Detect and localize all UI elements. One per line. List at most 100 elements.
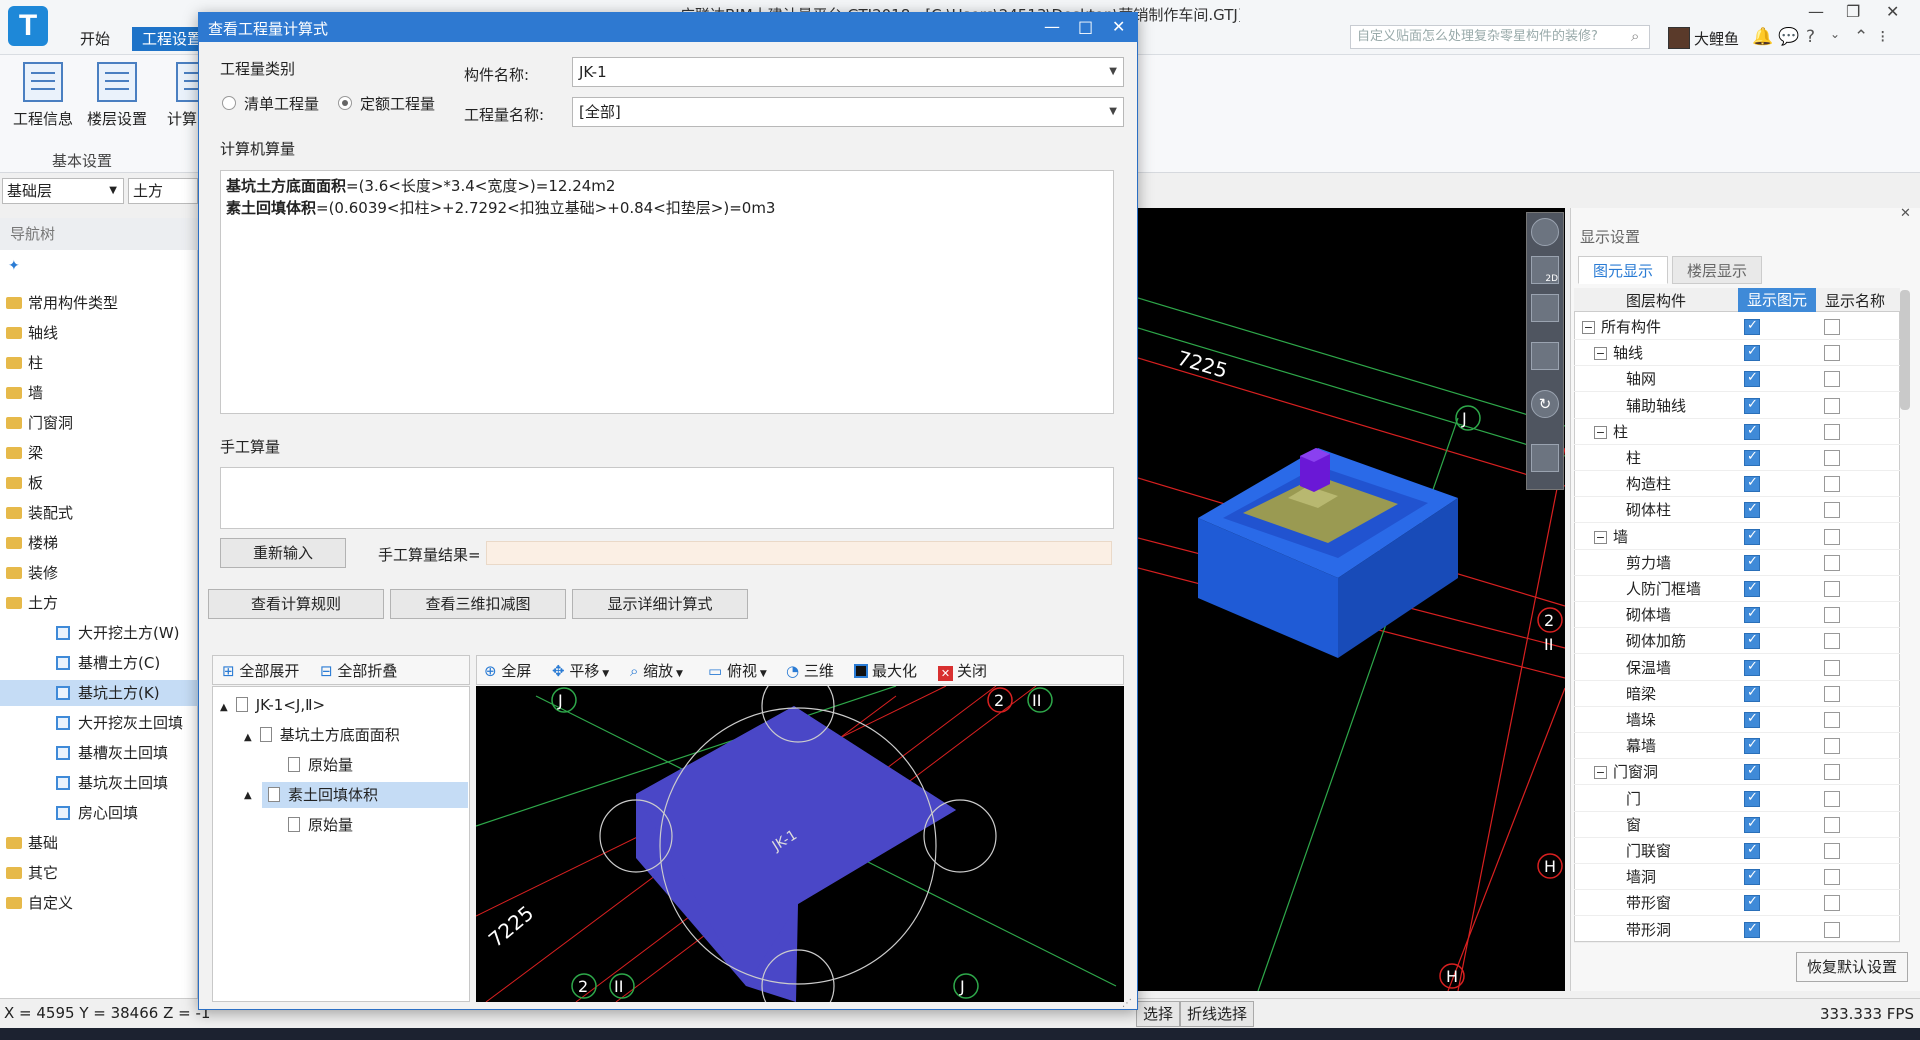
show-element-checkbox[interactable] <box>1744 606 1760 624</box>
nav-item-foundation[interactable]: 基础 <box>0 830 198 856</box>
nav-item-other[interactable]: 其它 <box>0 860 198 886</box>
collapse-all-button[interactable]: ⊟ 全部折叠 <box>320 660 397 681</box>
view-3d-deduct-button[interactable]: 查看三维扣减图 <box>390 589 566 619</box>
show-element-checkbox[interactable] <box>1744 685 1760 702</box>
show-name-checkbox[interactable] <box>1824 371 1840 388</box>
nav-item-common[interactable]: 常用构件类型 <box>0 290 198 316</box>
nav-item-axis[interactable]: 轴线 <box>0 320 198 346</box>
nav-item-stairs[interactable]: 楼梯 <box>0 530 198 556</box>
show-name-checkbox[interactable] <box>1824 476 1840 493</box>
show-name-checkbox[interactable] <box>1824 319 1840 335</box>
collapse-toggle-icon[interactable]: − <box>1594 425 1607 439</box>
component-name-select[interactable]: JK-1 ▼ <box>572 57 1124 87</box>
message-icon[interactable]: 💬 <box>1778 27 1799 47</box>
restore-window-icon[interactable]: ❐ <box>1846 2 1860 21</box>
show-detail-formula-button[interactable]: 显示详细计算式 <box>572 589 748 619</box>
tree-node-backfill-volume[interactable]: 素土回填体积 <box>262 782 468 808</box>
radio-quota-qty[interactable] <box>338 96 352 110</box>
show-name-checkbox[interactable] <box>1824 528 1840 545</box>
show-name-checkbox[interactable] <box>1824 633 1840 650</box>
show-element-checkbox[interactable] <box>1744 921 1760 938</box>
collapse-arrow-icon[interactable]: ▲ <box>244 790 252 801</box>
search-icon[interactable]: ⌕ <box>1631 27 1639 45</box>
show-name-checkbox[interactable] <box>1824 790 1840 807</box>
tree-node-jk1[interactable]: ▲ JK-1<J,Ⅱ> <box>214 692 468 718</box>
floor-settings-button[interactable]: 楼层设置 <box>86 62 148 129</box>
tree-node-original-1[interactable]: 原始量 <box>214 752 468 778</box>
nav-item-trench-lime-backfill[interactable]: 基槽灰土回填 <box>0 740 198 766</box>
radio-quota-qty-label[interactable]: 定额工程量 <box>360 93 435 114</box>
user-name[interactable]: 大鲤鱼 <box>1694 28 1739 49</box>
show-element-checkbox[interactable] <box>1744 659 1760 676</box>
show-name-checkbox[interactable] <box>1824 764 1840 781</box>
nav-item-trench-earthwork[interactable]: 基槽土方(C) <box>0 650 198 676</box>
3d-view-button[interactable]: ◔ 三维 <box>786 660 834 681</box>
show-element-checkbox[interactable] <box>1744 842 1760 859</box>
show-element-checkbox[interactable] <box>1744 423 1760 440</box>
box-view-icon[interactable] <box>1531 342 1559 370</box>
show-element-checkbox[interactable] <box>1744 790 1760 807</box>
scrollbar[interactable] <box>1900 290 1910 410</box>
show-name-checkbox[interactable] <box>1824 869 1840 886</box>
collapse-toggle-icon[interactable]: − <box>1594 766 1607 780</box>
view-calc-rules-button[interactable]: 查看计算规则 <box>208 589 384 619</box>
collapse-toggle-icon[interactable]: − <box>1594 530 1607 544</box>
tree-node-pit-area[interactable]: ▲ 基坑土方底面面积 <box>214 722 468 748</box>
pin-icon[interactable]: ✦ <box>8 258 20 274</box>
show-element-checkbox[interactable] <box>1744 763 1760 781</box>
show-name-checkbox[interactable] <box>1824 554 1840 571</box>
nav-item-wall[interactable]: 墙 <box>0 380 198 406</box>
floor-select[interactable]: 基础层 ▼ <box>2 178 124 204</box>
nav-item-mass-excavation[interactable]: 大开挖土方(W) <box>0 620 198 646</box>
calc-settings-button[interactable]: 计算 <box>166 62 198 129</box>
nav-item-room-backfill[interactable]: 房心回填 <box>0 800 198 826</box>
chevron-down-icon[interactable]: ⌄ <box>1830 27 1840 41</box>
cube-view-icon[interactable] <box>1531 294 1559 322</box>
help-search-input[interactable]: 自定义贴面怎么处理复杂零星构件的装修? <box>1350 25 1650 49</box>
3d-viewport[interactable]: 7225 J 2 II H H <box>1138 208 1565 991</box>
show-name-checkbox[interactable] <box>1824 921 1840 938</box>
qty-name-select[interactable]: [全部] ▼ <box>572 97 1124 127</box>
tab-element-display[interactable]: 图元显示 <box>1578 256 1669 284</box>
radio-list-qty-label[interactable]: 清单工程量 <box>244 93 319 114</box>
show-element-checkbox[interactable] <box>1744 554 1760 571</box>
collapse-toggle-icon[interactable]: − <box>1594 347 1607 361</box>
show-name-checkbox[interactable] <box>1824 450 1840 466</box>
close-plan-button[interactable]: ✕ 关闭 <box>938 660 987 681</box>
tree-node-original-2[interactable]: 原始量 <box>214 812 468 838</box>
show-name-checkbox[interactable] <box>1824 581 1840 597</box>
show-element-checkbox[interactable] <box>1744 449 1760 466</box>
show-name-checkbox[interactable] <box>1824 607 1840 624</box>
show-name-checkbox[interactable] <box>1824 895 1840 912</box>
maximize-button[interactable]: 最大化 <box>854 660 917 681</box>
pan-button[interactable]: ✥ 平移 ▼ <box>552 660 609 681</box>
nav-item-decoration[interactable]: 装修 <box>0 560 198 586</box>
orbit-icon[interactable] <box>1531 218 1559 246</box>
show-element-checkbox[interactable] <box>1744 868 1760 886</box>
show-name-checkbox[interactable] <box>1824 712 1840 728</box>
close-icon[interactable]: ✕ <box>1900 206 1911 221</box>
project-info-button[interactable]: 工程信息 <box>12 62 74 129</box>
options-icon[interactable]: ⁝ <box>1880 27 1885 47</box>
show-element-checkbox[interactable] <box>1744 737 1760 755</box>
minimize-window-icon[interactable]: — <box>1808 2 1824 21</box>
zoom-button[interactable]: ⌕ 缩放 ▼ <box>630 660 683 681</box>
tab-floor-display[interactable]: 楼层显示 <box>1672 256 1763 284</box>
grid-view-icon[interactable] <box>1531 444 1559 472</box>
close-icon[interactable]: ✕ <box>1112 17 1125 36</box>
show-name-checkbox[interactable] <box>1824 423 1840 440</box>
manual-calc-input[interactable] <box>220 467 1114 529</box>
bell-icon[interactable]: 🔔 <box>1752 27 1773 47</box>
menu-tab-start[interactable]: 开始 <box>70 27 120 51</box>
component-type-select[interactable]: 土方 <box>128 178 198 204</box>
nav-item-pit-lime-backfill[interactable]: 基坑灰土回填 <box>0 770 198 796</box>
show-element-checkbox[interactable] <box>1744 894 1760 912</box>
rotate-icon[interactable]: ↻ <box>1531 390 1559 418</box>
show-name-checkbox[interactable] <box>1824 397 1840 414</box>
radio-list-qty[interactable] <box>222 96 236 110</box>
nav-item-mass-lime-backfill[interactable]: 大开挖灰土回填 <box>0 710 198 736</box>
nav-item-column[interactable]: 柱 <box>0 350 198 376</box>
show-name-checkbox[interactable] <box>1824 345 1840 362</box>
show-element-checkbox[interactable] <box>1744 528 1760 545</box>
show-element-checkbox[interactable] <box>1744 344 1760 362</box>
